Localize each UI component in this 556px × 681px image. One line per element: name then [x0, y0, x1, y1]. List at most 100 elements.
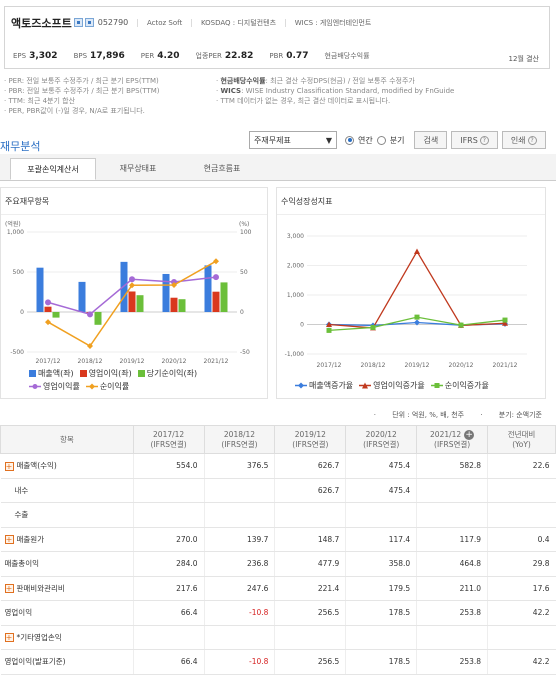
table-cell: 22.6: [487, 453, 556, 479]
table-row: 영업이익 66.4 -10.8 256.5 178.5 253.8 42.2: [0, 600, 556, 626]
annual-radio[interactable]: [345, 135, 354, 145]
y-tick-label: -1,000: [285, 351, 305, 358]
table-row: 수출: [0, 502, 556, 528]
table-cell: [132, 625, 205, 650]
table-cell: 148.7: [274, 527, 346, 552]
table-cell: 42.2: [487, 600, 556, 626]
wics-sector: WICS : 게임엔터테인먼트: [294, 18, 372, 27]
table-cell: 29.8: [487, 551, 556, 577]
table-row: 내수 626.7 475.4: [0, 478, 556, 503]
search-button[interactable]: 검색: [414, 131, 448, 149]
legend-item[interactable]: 당기순이익(좌): [137, 368, 197, 379]
table-cell: 253.8: [416, 600, 488, 626]
table-cell: 284.0: [132, 551, 205, 577]
expand-columns-icon[interactable]: +: [464, 429, 475, 440]
table-cell: 211.0: [416, 576, 488, 601]
table-header-row: 항목 2017/12 (IFRS연결) 2018/12 (IFRS연결) 2019/…: [0, 425, 556, 454]
table-cell: 221.4: [274, 576, 346, 601]
help-icon: ?: [479, 135, 489, 145]
row-label[interactable]: + 판매비와관리비: [0, 576, 134, 601]
table-unit-row: · 단위 : 억원, %, 배, 천주 · 분기: 순액기준: [373, 411, 542, 419]
column-header: 항목: [0, 425, 134, 454]
company-name[interactable]: 액토즈소프트: [11, 15, 72, 31]
table-cell: 236.8: [203, 551, 275, 577]
legend-item[interactable]: 영업이익(좌): [79, 368, 132, 379]
stat-eps: EPS 3,302: [13, 51, 58, 61]
expand-row-icon[interactable]: +: [4, 584, 14, 594]
key-items-chart: (억원) (%)1,000 100500 500 0-500 -502017/12 2018…: [5, 220, 252, 365]
y-tick-label: 3,000: [287, 233, 304, 240]
legend-item[interactable]: 매출액(좌): [29, 368, 74, 379]
bar: [136, 295, 144, 312]
data-point: [502, 317, 508, 323]
table-cell: 178.5: [345, 600, 417, 626]
table-cell: [203, 502, 275, 528]
annual-radio-label[interactable]: 연간: [358, 135, 373, 146]
tab-income-statement[interactable]: 포괄손익계산서: [10, 158, 96, 180]
quarter-radio[interactable]: [376, 135, 386, 145]
table-cell: 247.6: [203, 576, 275, 601]
table-row: + 판매비와관리비 217.6 247.6 221.4 179.5 211.0 17.6: [0, 576, 556, 601]
print-button[interactable]: 인쇄?: [501, 131, 546, 149]
table-cell: [487, 478, 556, 503]
data-point: [370, 324, 376, 330]
legend-item[interactable]: 순이익증가율: [430, 380, 489, 391]
y-tick-label: 1,000: [7, 229, 24, 236]
chart-title: 수익성장성지표: [281, 197, 333, 206]
table-row: 매출총이익 284.0 236.8 477.9 358.0 464.8 29.8: [0, 551, 556, 577]
data-point: [213, 274, 219, 281]
table-cell: 17.6: [487, 576, 556, 601]
row-label[interactable]: + 매출원가: [0, 527, 134, 552]
table-cell: 475.4: [345, 478, 417, 503]
expand-row-icon[interactable]: +: [4, 535, 14, 545]
statement-select[interactable]: 주재무제표 ▼: [249, 131, 337, 149]
expand-row-icon[interactable]: +: [4, 461, 14, 471]
table-cell: 626.7: [274, 453, 346, 479]
company-title-row: 액토즈소프트 052790 | Actoz Soft | KOSDAQ : 디지…: [11, 15, 372, 31]
table-cell: 582.8: [416, 453, 488, 479]
y-axis-unit: (억원): [5, 220, 21, 228]
bar: [94, 312, 102, 325]
bar: [162, 273, 170, 312]
data-point: [45, 299, 51, 306]
info-icon[interactable]: [84, 18, 94, 27]
bar: [44, 306, 52, 312]
y2-axis-unit: (%): [239, 221, 249, 228]
y-tick-label: 1,000: [287, 292, 304, 299]
settlement-month: 12월 결산: [508, 55, 539, 63]
x-tick-label: 2017/12: [36, 358, 61, 365]
table-cell: [345, 502, 417, 528]
legend-item[interactable]: 영업이익률: [29, 381, 80, 392]
statement-tabs: 포괄손익계산서 재무상태표 현금흐름표: [0, 154, 556, 181]
table-cell: 139.7: [203, 527, 275, 552]
table-cell: [487, 502, 556, 528]
row-label[interactable]: + 매출액(수익): [0, 453, 134, 479]
legend-item[interactable]: 매출액증가율: [295, 380, 353, 391]
bar: [128, 291, 136, 312]
table-cell: 554.0: [132, 453, 205, 479]
y2-tick-label: -50: [240, 349, 250, 356]
legend-item[interactable]: 영업이익증가율: [359, 380, 425, 391]
table-cell: 117.9: [416, 527, 488, 552]
legend-item[interactable]: 순이익률: [85, 381, 129, 392]
quarter-radio-label[interactable]: 분기: [390, 135, 405, 146]
bar: [52, 312, 60, 318]
bar: [212, 291, 220, 312]
table-cell: 376.5: [203, 453, 275, 479]
table-cell: [345, 625, 417, 650]
tab-balance-sheet[interactable]: 재무상태표: [102, 158, 174, 180]
stats-row: EPS 3,302 BPS 17,896 PER 4.20 업종PER 22.82 PB…: [5, 51, 549, 61]
chart-title: 주요재무항목: [5, 197, 50, 206]
tab-cash-flow[interactable]: 현금흐름표: [186, 158, 258, 180]
table-cell: [203, 625, 275, 650]
bar: [204, 265, 212, 312]
row-label[interactable]: + *기타영업손익: [0, 625, 134, 650]
expand-row-icon[interactable]: +: [4, 633, 14, 643]
stat-pbr: PBR 0.77: [269, 51, 309, 61]
ifrs-button[interactable]: IFRS?: [451, 131, 498, 149]
row-label: 수출: [0, 502, 134, 528]
table-cell: 66.4: [132, 649, 205, 675]
income-statement-table: 항목 2017/12 (IFRS연결) 2018/12 (IFRS연결) 2019/…: [0, 425, 556, 675]
table-row: + *기타영업손익: [0, 625, 556, 650]
x-tick-label: 2019/12: [405, 362, 430, 368]
